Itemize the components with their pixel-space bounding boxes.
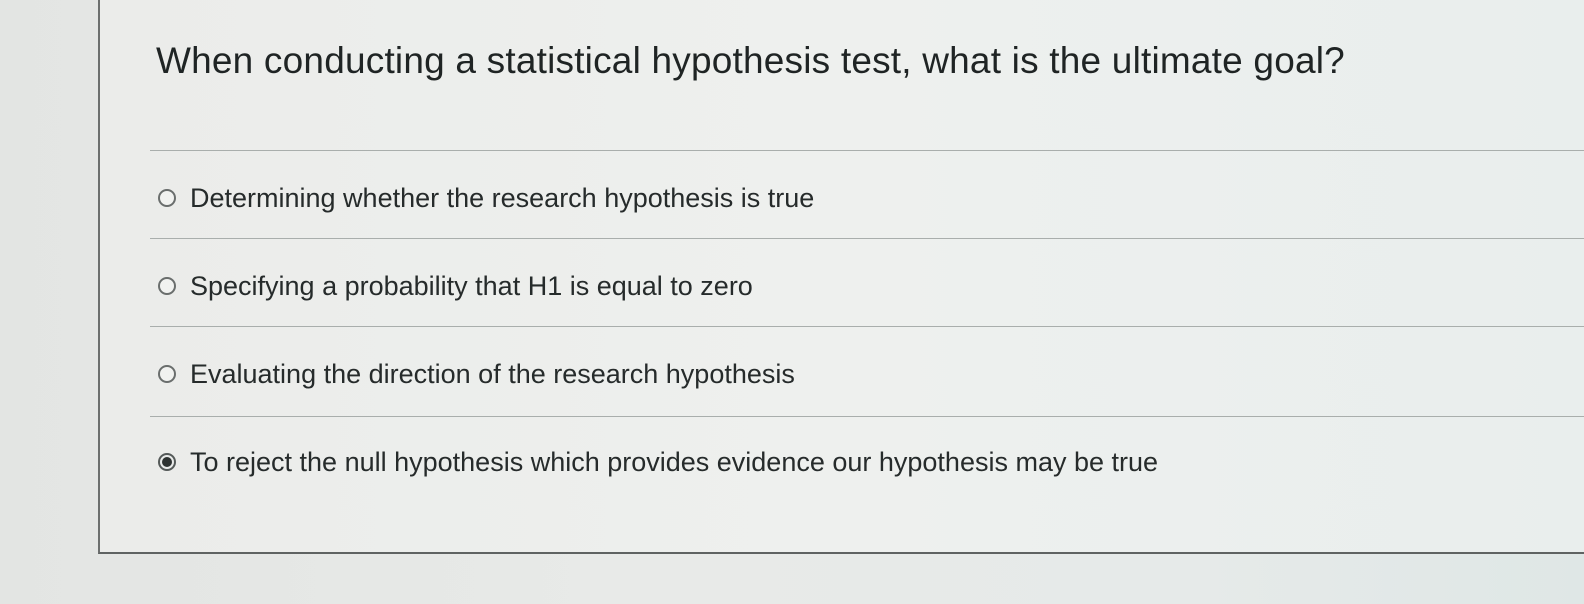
radio-unselected-icon[interactable]	[158, 365, 176, 383]
divider	[150, 238, 1584, 239]
answer-option-1[interactable]: Determining whether the research hypothe…	[158, 178, 814, 218]
answer-label: To reject the null hypothesis which prov…	[190, 446, 1159, 477]
divider	[150, 416, 1584, 417]
answer-option-2[interactable]: Specifying a probability that H1 is equa…	[158, 266, 753, 306]
divider	[150, 150, 1584, 151]
radio-selected-icon[interactable]	[158, 453, 176, 471]
answer-label: Specifying a probability that H1 is equa…	[190, 270, 753, 301]
question-text: When conducting a statistical hypothesis…	[156, 40, 1345, 81]
answer-option-4[interactable]: To reject the null hypothesis which prov…	[158, 442, 1158, 482]
answer-option-3[interactable]: Evaluating the direction of the research…	[158, 354, 795, 394]
answer-label: Evaluating the direction of the research…	[190, 358, 795, 389]
question-card: When conducting a statistical hypothesis…	[98, 0, 1584, 554]
answer-label: Determining whether the research hypothe…	[190, 182, 815, 213]
divider	[150, 326, 1584, 327]
radio-unselected-icon[interactable]	[158, 277, 176, 295]
radio-unselected-icon[interactable]	[158, 189, 176, 207]
